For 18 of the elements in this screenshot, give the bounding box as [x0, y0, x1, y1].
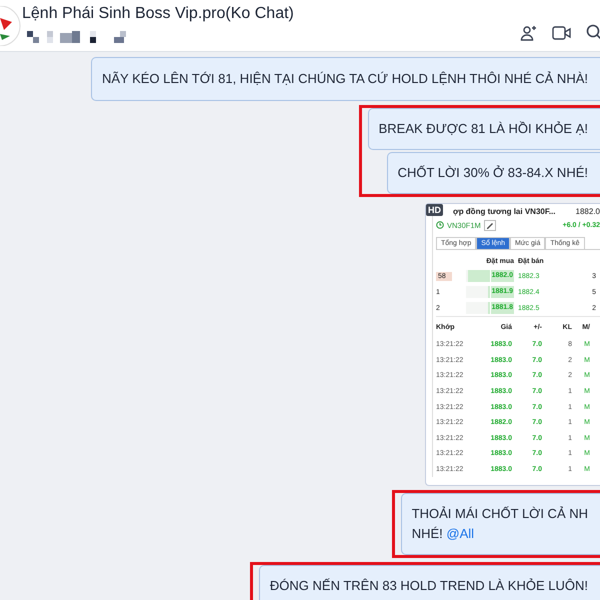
message-text: ĐÓNG NẾN TRÊN 83 HOLD TREND LÀ KHỎE LUÔN!	[270, 577, 588, 596]
message-text: BREAK ĐƯỢC 81 LÀ HỒI KHỎE Ạ!	[378, 120, 588, 138]
group-title: Lệnh Phái Sinh Boss Vip.pro(Ko Chat)	[22, 4, 294, 22]
image-message[interactable]	[425, 203, 600, 486]
pencil-icon[interactable]	[484, 220, 496, 230]
add-member-icon[interactable]	[520, 24, 538, 42]
message-text: NHÉ!	[412, 526, 443, 542]
search-icon[interactable]	[586, 24, 600, 42]
message-text: CHỐT LỜI 30% Ở 83-84.X NHÉ!	[398, 164, 588, 182]
mention-link[interactable]: @All	[446, 526, 474, 542]
message-text: THOẢI MÁI CHỐT LỜI CẢ NH	[412, 505, 588, 524]
hd-badge: HD	[426, 204, 443, 216]
clock-icon	[436, 221, 444, 229]
last-price: 1882.0	[576, 206, 600, 216]
video-call-icon[interactable]	[552, 24, 572, 40]
group-avatar-icon[interactable]	[0, 6, 22, 46]
message-text: NÃY KÉO LÊN TỚI 81, HIỆN TẠI CHÚNG TA CỨ HOLD LỆNH THÔI NHÉ CẢ NHÀ!	[102, 70, 588, 88]
contract-title: ợp đồng tương lai VN30F...	[453, 206, 556, 216]
